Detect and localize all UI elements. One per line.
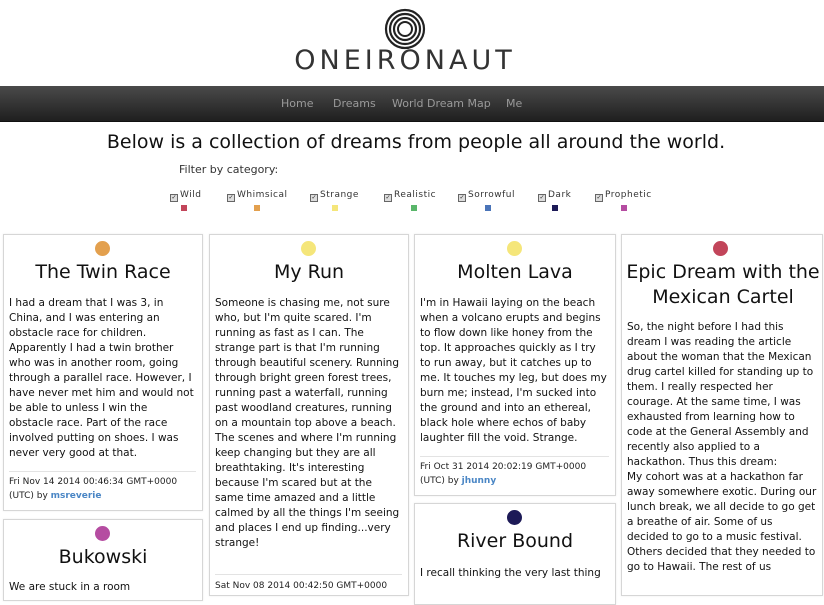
category-label-realistic: Realistic <box>394 190 437 200</box>
dream-card-the-twin-race[interactable]: The Twin Race I had a dream that I was 3… <box>3 234 203 511</box>
category-label-wild: Wild <box>180 190 202 200</box>
category-dot <box>507 241 522 256</box>
divider <box>215 574 402 575</box>
category-dot <box>301 241 316 256</box>
checkbox-prophetic[interactable]: ✓ <box>595 194 603 202</box>
page-headline: Below is a collection of dreams from peo… <box>106 131 726 153</box>
nav-item-dreams[interactable]: Dreams <box>333 86 376 121</box>
divider <box>9 471 196 472</box>
nav-item-home[interactable]: Home <box>281 86 313 121</box>
dream-meta: Fri Oct 31 2014 20:02:19 GMT+0000 (UTC) … <box>420 460 612 488</box>
category-swatch-wild <box>181 205 187 211</box>
site-header: ONEIRONAUT <box>0 0 824 86</box>
dream-by-text: (UTC) by <box>9 491 51 501</box>
dream-body-p2: My cohort was at a hackathon far away so… <box>627 471 817 573</box>
dream-card-epic-dream[interactable]: Epic Dream with the Mexican Cartel So, t… <box>621 234 823 596</box>
checkbox-strange[interactable]: ✓ <box>310 194 318 202</box>
checkbox-dark[interactable]: ✓ <box>538 194 546 202</box>
checkbox-sorrowful[interactable]: ✓ <box>458 194 466 202</box>
category-swatch-realistic <box>411 205 417 211</box>
dream-title[interactable]: Molten Lava <box>419 260 611 285</box>
nav-item-world-dream-map[interactable]: World Dream Map <box>392 86 491 121</box>
author-link[interactable]: jhunny <box>462 476 497 486</box>
category-dot <box>95 241 110 256</box>
checkbox-wild[interactable]: ✓ <box>170 194 178 202</box>
dream-title[interactable]: Bukowski <box>8 545 198 570</box>
author-link[interactable]: msreverie <box>51 491 102 501</box>
dream-date: Sat Nov 08 2014 00:42:50 GMT+0000 <box>215 581 388 591</box>
category-label-sorrowful: Sorrowful <box>468 190 516 200</box>
checkbox-realistic[interactable]: ✓ <box>384 194 392 202</box>
dream-card-river-bound[interactable]: River Bound I recall thinking the very l… <box>414 503 616 605</box>
dream-date: Fri Oct 31 2014 20:02:19 GMT+0000 <box>420 462 587 472</box>
category-dot <box>507 510 522 525</box>
category-swatch-dark <box>552 205 558 211</box>
filter-label: Filter by category: <box>179 163 279 176</box>
dream-body: I had a dream that I was 3, in China, an… <box>9 297 194 459</box>
category-swatch-whimsical <box>254 205 260 211</box>
dream-card-my-run[interactable]: My Run Someone is chasing me, not sure w… <box>209 234 409 596</box>
category-label-whimsical: Whimsical <box>237 190 288 200</box>
dream-body: Someone is chasing me, not sure who, but… <box>215 297 400 549</box>
nav-item-me[interactable]: Me <box>506 86 522 121</box>
category-dot <box>95 526 110 541</box>
category-dot <box>713 241 728 256</box>
dream-date: Fri Nov 14 2014 00:46:34 GMT+0000 <box>9 477 178 487</box>
category-swatch-prophetic <box>621 205 627 211</box>
divider <box>420 456 609 457</box>
dream-title[interactable]: Epic Dream with the Mexican Cartel <box>626 260 820 310</box>
dream-body: I'm in Hawaii laying on the beach when a… <box>420 297 607 444</box>
brand-logo-text[interactable]: ONEIRONAUT <box>0 44 810 78</box>
category-swatch-strange <box>332 205 338 211</box>
main-nav: Home Dreams World Dream Map Me <box>0 86 824 122</box>
dream-meta: Sat Nov 08 2014 00:42:50 GMT+0000 <box>215 579 405 593</box>
dream-title[interactable]: River Bound <box>419 529 611 554</box>
dream-title[interactable]: My Run <box>214 260 404 285</box>
dream-by-text: (UTC) by <box>420 476 462 486</box>
category-label-strange: Strange <box>320 190 359 200</box>
dream-card-bukowski[interactable]: Bukowski We are stuck in a room <box>3 519 203 601</box>
dream-title[interactable]: The Twin Race <box>8 260 198 285</box>
checkbox-whimsical[interactable]: ✓ <box>227 194 235 202</box>
dream-body-p1: So, the night before I had this dream I … <box>627 321 814 468</box>
category-label-dark: Dark <box>548 190 572 200</box>
dream-body: I recall thinking the very last thing <box>420 567 601 579</box>
dream-card-molten-lava[interactable]: Molten Lava I'm in Hawaii laying on the … <box>414 234 616 496</box>
dream-body: So, the night before I had this dream I … <box>627 320 817 575</box>
category-swatch-sorrowful <box>485 205 491 211</box>
dream-body: We are stuck in a room <box>9 581 131 593</box>
category-label-prophetic: Prophetic <box>605 190 652 200</box>
dream-meta: Fri Nov 14 2014 00:46:34 GMT+0000 (UTC) … <box>9 475 199 503</box>
